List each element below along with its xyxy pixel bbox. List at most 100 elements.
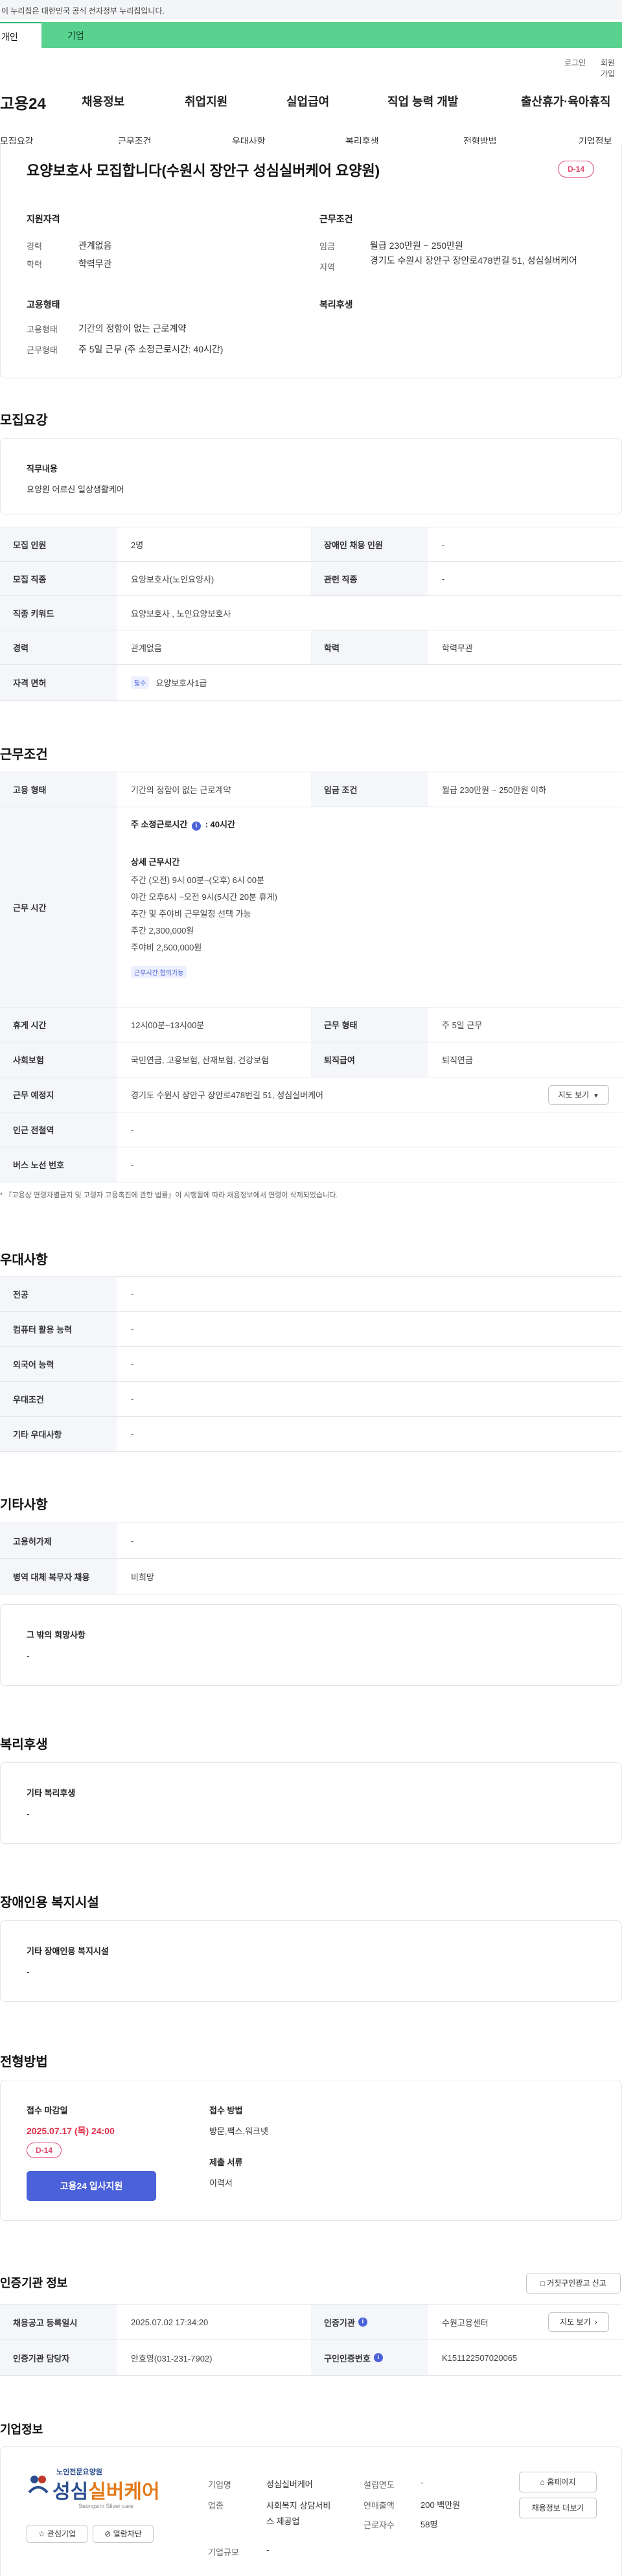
career-value: 관계없음 [78, 240, 112, 251]
retirement-value: 퇴직연금 [442, 1055, 473, 1065]
company-logo-main-right: 실버케어 [88, 2481, 160, 2503]
wage-row-label: 임금 조건 [311, 772, 428, 807]
language-label: 외국어 능력 [0, 1347, 117, 1381]
table-row: 직종 키워드 요양보호사 , 노인요양보호사 [0, 596, 622, 630]
weekly-hours: 주 소정근로시간 i : 40시간 [131, 818, 235, 831]
agency-section-title: 인증기관 정보 [0, 2277, 68, 2290]
wage-row-value: 월급 230만원 ~ 250만원 이하 [442, 785, 547, 795]
work-section-title: 근무조건 [0, 748, 48, 762]
agency-map-button-label: 지도 보기 [560, 2317, 591, 2327]
documents-heading: 제출 서류 [209, 2157, 243, 2167]
break-label: 휴게 시간 [0, 1007, 117, 1042]
disability-card: 기타 장애인용 복지시설 - [0, 1920, 622, 2002]
company-name-label: 기업명 [208, 2480, 231, 2490]
login-link[interactable]: 로그인 [564, 57, 586, 68]
more-jobs-button[interactable]: 채용정보 더보기 [519, 2498, 597, 2518]
favorite-company-button[interactable]: ☆ 관심기업 [27, 2525, 87, 2543]
conditions-heading: 근무조건 [319, 214, 353, 224]
career-label: 경력 [27, 242, 42, 251]
employees-value: 58명 [420, 2520, 438, 2529]
license-value: 요양보호사1급 [156, 678, 207, 688]
join-link[interactable]: 회원가입 [601, 57, 622, 79]
detail-hours-line: 주간 (오전) 9시 00분~(오후) 6시 00분 [131, 875, 264, 885]
agency-map-button[interactable]: 지도 보기 › [548, 2312, 609, 2332]
nav-parental-leave[interactable]: 출산휴가·육아휴직 [521, 93, 610, 109]
flex-hours-tag: 근무시간 협의가능 [131, 966, 187, 978]
nav-employment-support[interactable]: 취업지원 [185, 93, 227, 109]
employees-label: 근로자수 [363, 2520, 395, 2530]
wage-label: 임금 [319, 242, 335, 251]
nav-jobs[interactable]: 채용정보 [82, 93, 124, 109]
major-value: - [131, 1289, 134, 1299]
headcount-label: 모집 인원 [0, 527, 117, 561]
education-row-value: 학력무관 [442, 643, 473, 653]
top-tabs: 개인 기업 [0, 19, 622, 48]
job-summary-card: 요양보호사 모집합니다(수원시 장안구 성심실버케어 요양원) D-14 지원자… [0, 144, 622, 378]
map-button[interactable]: 지도 보기 ▼ [548, 1085, 609, 1105]
revenue-label: 연매출액 [363, 2501, 395, 2511]
work-permit-value: - [131, 1535, 134, 1546]
agency-manager-value: 안효영(031-231-7902) [131, 2353, 213, 2363]
documents-value: 이력서 [209, 2178, 233, 2188]
chevron-right-icon: › [594, 2317, 597, 2327]
preference-table: 전공 - 컴퓨터 활용 능력 - 외국어 능력 - 우대조건 - 기타 우대사항 - [0, 1276, 622, 1452]
preference-section-title: 우대사항 [0, 1253, 48, 1267]
site-logo[interactable]: 고용24 [0, 91, 46, 113]
homepage-button[interactable]: ⌂ 홈페이지 [519, 2472, 597, 2492]
agency-value: 수원고용센터 [442, 2317, 489, 2328]
dday-badge: D-14 [558, 161, 594, 178]
logo-emblem-icon [28, 2476, 49, 2494]
related-category-value: - [442, 573, 445, 584]
other-wishes-heading: 그 밖의 희망사항 [27, 1630, 86, 1640]
company-size-label: 기업규모 [208, 2547, 239, 2557]
company-logo-main-left: 성심 [52, 2481, 89, 2503]
other-wishes-value: - [27, 1650, 30, 1661]
disabled-headcount-label: 장애인 채용 인원 [311, 527, 428, 561]
info-icon[interactable]: i [373, 2353, 383, 2362]
info-icon[interactable]: i [358, 2317, 367, 2327]
table-row: 휴게 시간 12시00분~13시00분 근무 형태 주 5일 근무 [0, 1007, 622, 1042]
nav-unemployment-benefit[interactable]: 실업급여 [286, 93, 329, 109]
nav-skills[interactable]: 직업 능력 개발 [387, 93, 458, 109]
employment-type-value: 기간의 정함이 없는 근로계약 [78, 323, 187, 334]
table-row: 인근 전철역 - [0, 1112, 622, 1147]
table-row: 근무 예정지 경기도 수원시 장안구 장안로478번길 51, 성심실버케어 지… [0, 1077, 622, 1112]
work-form-value: 주 5일 근무 (주 소정근로시간: 40시간) [78, 344, 224, 354]
qualification-heading: 지원자격 [27, 214, 60, 224]
job-category-value: 요양보호사(노인요양사) [131, 574, 214, 584]
employment-type-row-label: 고용 형태 [0, 772, 117, 807]
etc-section-title: 기타사항 [0, 1498, 48, 1512]
reg-date-value: 2025.07.02 17:34:20 [131, 2317, 209, 2327]
tab-personal[interactable]: 개인 [0, 22, 41, 48]
detail-hours-line: 야간 오후6시 ~오전 9시(5시간 20분 휴게) [131, 892, 277, 902]
license-label: 자격 면허 [0, 665, 117, 700]
company-card: 노인전문요양원 성심실버케어 Seongsim Silver care ☆ 관심… [0, 2446, 622, 2576]
preferred-condition-value: - [131, 1394, 134, 1404]
tab-company-label: 기업 [67, 30, 84, 41]
favorite-company-label: 관심기업 [47, 2529, 76, 2538]
apply-button[interactable]: 고용24 입사지원 [27, 2171, 156, 2201]
region-label: 지역 [319, 262, 335, 272]
agency-label-text: 인증기관 [324, 2317, 355, 2328]
table-row: 인증기관 담당자 안효영(031-231-7902) 구인인증번호 i K151… [0, 2340, 622, 2376]
tab-company[interactable]: 기업 [41, 22, 622, 48]
keyword-label: 직종 키워드 [0, 596, 117, 630]
detail-hours-title: 상세 근무시간 [131, 857, 180, 867]
false-ad-report-button[interactable]: □ 거짓구인광고 신고 [526, 2273, 621, 2294]
selection-section-title: 전형방법 [0, 2055, 48, 2069]
etc-table: 고용허가제 - 병역 대체 복무자 채용 비희망 [0, 1523, 622, 1594]
job-category-label: 모집 직종 [0, 562, 117, 595]
preferred-condition-label: 우대조건 [0, 1382, 117, 1416]
apply-method-value: 방문,팩스,워크넷 [209, 2126, 268, 2136]
work-permit-label: 고용허가제 [0, 1523, 117, 1558]
star-icon: ☆ [38, 2529, 45, 2538]
recruit-section-title: 모집요강 [0, 413, 48, 428]
disability-heading: 기타 장애인용 복지시설 [27, 1946, 109, 1956]
table-row: 모집 인원 2명 장애인 채용 인원 - [0, 527, 622, 562]
deadline-dday-badge: D-14 [27, 2143, 62, 2158]
info-icon[interactable]: i [191, 822, 201, 831]
block-company-button[interactable]: ⊘ 열람차단 [93, 2525, 154, 2543]
station-value: - [131, 1125, 134, 1134]
employment-heading: 고용형태 [27, 299, 60, 310]
block-company-label: 열람차단 [113, 2529, 142, 2538]
